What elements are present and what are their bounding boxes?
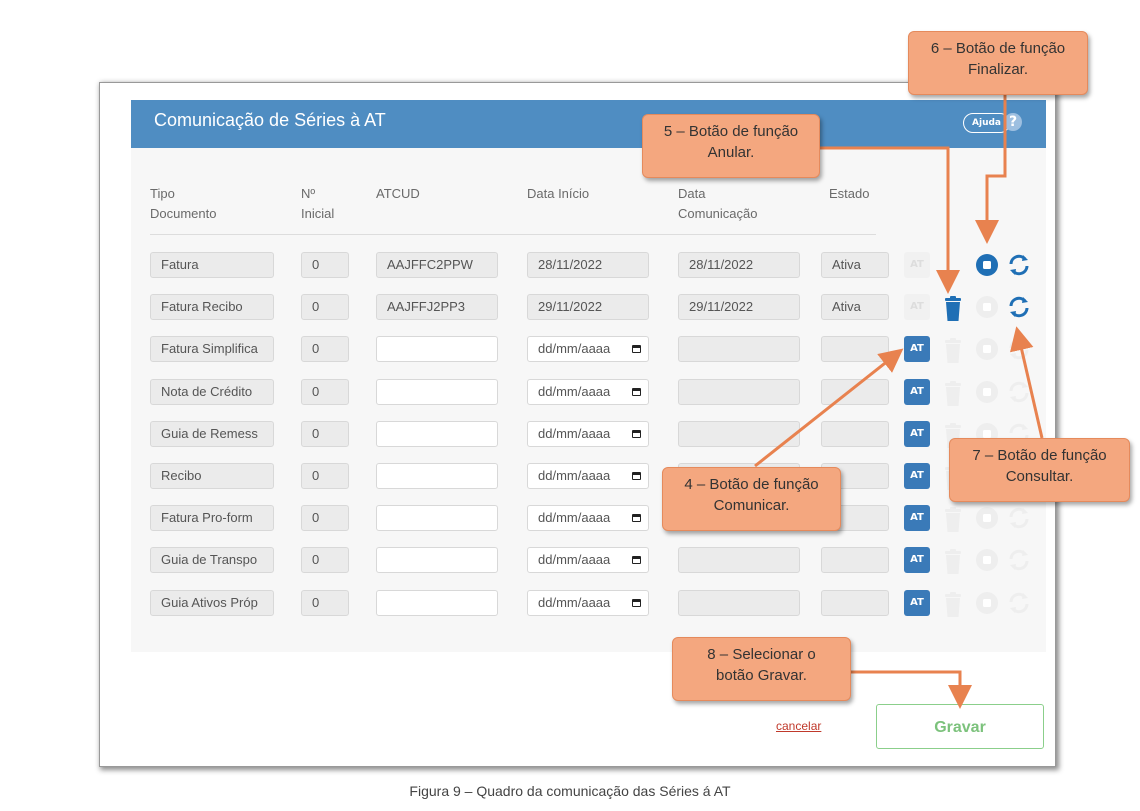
callout-anular: 5 – Botão de função Anular. [642, 114, 820, 178]
arrow-anular [820, 146, 960, 294]
callout-consultar: 7 – Botão de função Consultar. [949, 438, 1130, 502]
arrow-comunicar [754, 348, 904, 468]
callout-gravar: 8 – Selecionar o botão Gravar. [672, 637, 851, 701]
arrow-finalizar [975, 95, 1007, 244]
callout-comunicar: 4 – Botão de função Comunicar. [662, 467, 841, 531]
callout-arrows [754, 95, 1044, 709]
figure-caption: Figura 9 – Quadro da comunicação das Sér… [409, 783, 731, 799]
arrow-gravar [850, 670, 972, 709]
callout-finalizar: 6 – Botão de função Finalizar. [908, 31, 1088, 95]
arrow-consultar [1009, 326, 1044, 439]
